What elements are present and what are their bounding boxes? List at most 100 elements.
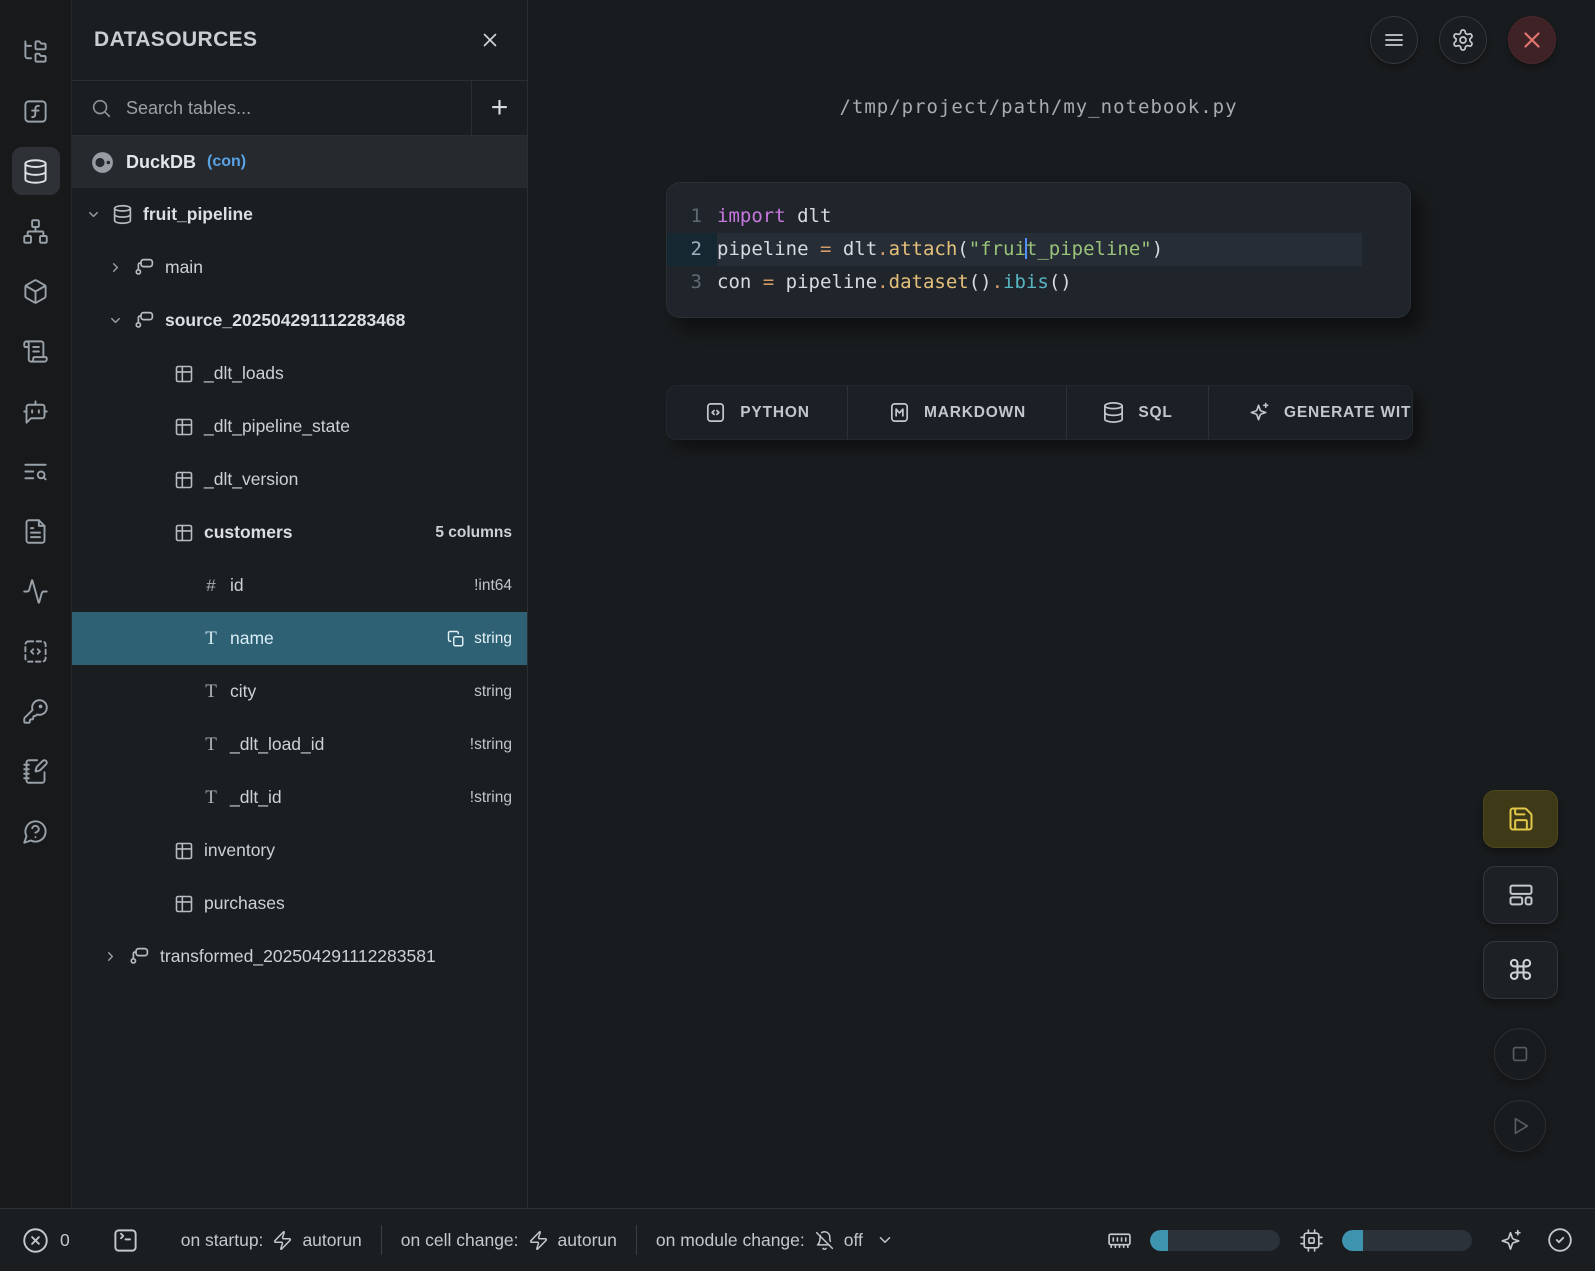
- rail-chat-button[interactable]: [12, 387, 60, 435]
- chevron-right-icon[interactable]: [103, 949, 119, 964]
- shutdown-button[interactable]: [1508, 16, 1556, 64]
- rail-dependencies-button[interactable]: [12, 207, 60, 255]
- schema-icon: [129, 946, 150, 967]
- rail-datasources-button[interactable]: [12, 147, 60, 195]
- network-icon: [22, 218, 49, 245]
- chevron-right-icon[interactable]: [108, 260, 124, 275]
- code-line[interactable]: 1import dlt: [667, 200, 1410, 233]
- code-editor[interactable]: 1import dlt2pipeline = dlt.attach("fruit…: [667, 200, 1410, 299]
- cell-button-label: PYTHON: [740, 404, 809, 422]
- connection-status-button[interactable]: [1547, 1227, 1573, 1253]
- add-cell-markdown-button[interactable]: MARKDOWN: [848, 386, 1067, 439]
- tree-row[interactable]: _dlt_pipeline_state: [72, 400, 527, 453]
- tree-row[interactable]: source_202504291112283468: [72, 294, 527, 347]
- box-icon: [22, 278, 49, 305]
- file-path: /tmp/project/path/my_notebook.py: [666, 96, 1411, 118]
- stop-button[interactable]: [1494, 1028, 1546, 1080]
- settings-button[interactable]: [1439, 16, 1487, 64]
- terminal-button[interactable]: [112, 1227, 139, 1254]
- tree-row[interactable]: Tnamestring: [72, 612, 527, 665]
- tree-row-label: main: [165, 257, 203, 278]
- bot-message-icon: [22, 398, 49, 425]
- errors-indicator[interactable]: 0: [22, 1227, 70, 1254]
- connection-variable: (con): [207, 153, 246, 171]
- tree-row-label: id: [230, 575, 244, 596]
- rail-docs-button[interactable]: [12, 507, 60, 555]
- cpu-icon: [1299, 1228, 1324, 1253]
- cell-button-label: SQL: [1138, 404, 1172, 422]
- tree-row-detail: string: [447, 630, 512, 648]
- string-type-icon: T: [202, 787, 220, 809]
- table-icon: [174, 523, 194, 543]
- menu-button[interactable]: [1370, 16, 1418, 64]
- circle-check-icon: [1547, 1227, 1573, 1253]
- table-icon: [174, 894, 194, 914]
- add-cell-sql-button[interactable]: SQL: [1067, 386, 1209, 439]
- rail-logs-button[interactable]: [12, 447, 60, 495]
- tree-row[interactable]: Tcitystring: [72, 665, 527, 718]
- bell-off-icon: [814, 1230, 835, 1251]
- code-line[interactable]: 2pipeline = dlt.attach("fruit_pipeline"): [667, 233, 1410, 266]
- line-number: 1: [667, 200, 717, 233]
- search-tables-input[interactable]: [126, 98, 453, 119]
- tree-row-detail: !string: [470, 736, 512, 754]
- rail-scratchpad-button[interactable]: [12, 747, 60, 795]
- rail-tracing-button[interactable]: [12, 567, 60, 615]
- ram-meter-fill: [1150, 1230, 1168, 1251]
- search-row: +: [72, 81, 527, 136]
- layout-button[interactable]: [1483, 866, 1558, 924]
- tree-row[interactable]: fruit_pipeline: [72, 188, 527, 241]
- tree-row-label: city: [230, 681, 256, 702]
- tree-row[interactable]: transformed_202504291112283581: [72, 930, 527, 983]
- add-cell-python-button[interactable]: PYTHON: [667, 386, 848, 439]
- tree-row-detail: string: [474, 683, 512, 701]
- chevron-down-icon: [86, 207, 101, 222]
- on-startup-setting[interactable]: on startup: autorun: [181, 1230, 362, 1251]
- panel-close-button[interactable]: [479, 29, 501, 51]
- rail-function-button[interactable]: [12, 87, 60, 135]
- code-cell[interactable]: 1import dlt2pipeline = dlt.attach("fruit…: [666, 182, 1411, 318]
- string-type-icon: T: [202, 734, 220, 756]
- add-cell-generate-button[interactable]: GENERATE WITH AI: [1209, 386, 1412, 439]
- connection-row[interactable]: DuckDB (con): [72, 136, 527, 188]
- tree-row-label: _dlt_id: [230, 787, 282, 808]
- on-cell-change-setting[interactable]: on cell change: autorun: [401, 1230, 617, 1251]
- tree-row-detail: !int64: [474, 577, 512, 595]
- save-button[interactable]: [1483, 790, 1558, 848]
- keyboard-shortcuts-button[interactable]: ⌘: [1483, 941, 1558, 999]
- close-x-icon: [1519, 27, 1545, 53]
- key-icon: [22, 698, 49, 725]
- tree-row[interactable]: inventory: [72, 824, 527, 877]
- rail-file-tree-button[interactable]: [12, 27, 60, 75]
- rail-packages-button[interactable]: [12, 267, 60, 315]
- tree-row[interactable]: customers5 columns: [72, 506, 527, 559]
- chevron-down-icon[interactable]: [108, 313, 124, 328]
- tree-row[interactable]: _dlt_version: [72, 453, 527, 506]
- rail-secrets-button[interactable]: [12, 687, 60, 735]
- rail-scripts-button[interactable]: [12, 327, 60, 375]
- tree-row-label: _dlt_version: [204, 469, 298, 490]
- tree-row-label: customers: [204, 522, 293, 543]
- rail-help-button[interactable]: [12, 807, 60, 855]
- activity-rail: [0, 0, 72, 1208]
- ai-assist-button[interactable]: [1498, 1228, 1523, 1253]
- cell-button-label: MARKDOWN: [924, 404, 1026, 422]
- tree-row[interactable]: #id!int64: [72, 559, 527, 612]
- tree-row[interactable]: purchases: [72, 877, 527, 930]
- tree-row[interactable]: main: [72, 241, 527, 294]
- on-module-change-setting[interactable]: on module change: off: [656, 1230, 894, 1251]
- tree-row[interactable]: T_dlt_load_id!string: [72, 718, 527, 771]
- line-number: 2: [667, 233, 717, 266]
- table-icon: [174, 841, 194, 861]
- tree-row[interactable]: T_dlt_id!string: [72, 771, 527, 824]
- code-line[interactable]: 3con = pipeline.dataset().ibis(): [667, 266, 1410, 299]
- chevron-down-icon[interactable]: [86, 207, 102, 222]
- cpu-meter-fill: [1342, 1230, 1363, 1251]
- on-module-change-label: on module change:: [656, 1230, 805, 1251]
- rail-snippets-button[interactable]: [12, 627, 60, 675]
- add-datasource-button[interactable]: +: [471, 81, 527, 135]
- run-button[interactable]: [1494, 1100, 1546, 1152]
- error-count: 0: [60, 1230, 70, 1251]
- tree-row[interactable]: _dlt_loads: [72, 347, 527, 400]
- tree-row-label: fruit_pipeline: [143, 204, 253, 225]
